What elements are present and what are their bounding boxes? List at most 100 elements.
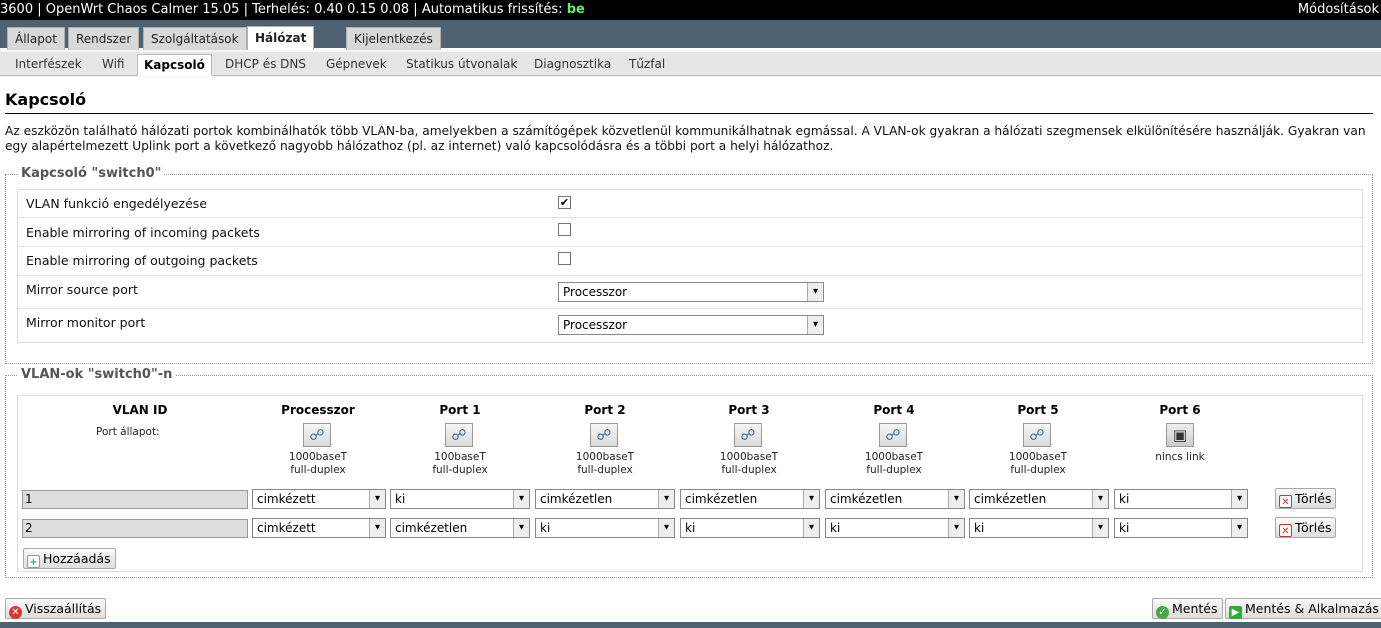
ethernet-connected-icon: ☍ — [303, 423, 331, 447]
delete-label: Törlés — [1295, 520, 1332, 535]
port-state-port4: 1000baseT full-duplex — [839, 451, 949, 477]
save-label: Mentés — [1172, 601, 1218, 616]
port-duplex: full-duplex — [577, 464, 633, 476]
vlan2-port6-select[interactable]: ki — [1114, 518, 1248, 538]
vlan1-port1-select[interactable]: ki — [390, 489, 530, 509]
port-state-label: Port állapot: — [96, 426, 160, 438]
vlan-table: VLAN ID Processzor Port 1 Port 2 Port 3 … — [17, 395, 1363, 572]
page-description: Az eszközön található hálózati portok ko… — [5, 124, 1366, 153]
tab-logout[interactable]: Kijelentkezés — [346, 27, 441, 50]
autorefresh-toggle[interactable]: be — [567, 2, 585, 17]
mirror-out-label: Enable mirroring of outgoing packets — [26, 253, 258, 268]
mirror-out-row: Enable mirroring of outgoing packets — [18, 247, 1362, 276]
port-duplex: full-duplex — [432, 464, 488, 476]
port-duplex: full-duplex — [290, 464, 346, 476]
mirror-in-label: Enable mirroring of incoming packets — [26, 225, 260, 240]
port-state-port6: nincs link — [1125, 451, 1235, 464]
port-speed: 1000baseT — [719, 451, 779, 463]
changes-link[interactable]: Módosítások — [1298, 0, 1379, 20]
vlan2-processor-select[interactable]: cimkézett — [252, 518, 386, 538]
switch-config-table: VLAN funkció engedélyezése ✔ Enable mirr… — [17, 189, 1363, 343]
switch-config-section: Kapcsoló "switch0" VLAN funkció engedély… — [5, 166, 1373, 364]
ethernet-nolink-icon: ▣ — [1166, 423, 1194, 447]
mirror-monitor-label: Mirror monitor port — [26, 315, 146, 330]
port-state-port2: 1000baseT full-duplex — [550, 451, 660, 477]
port-speed: 1000baseT — [864, 451, 924, 463]
vlan1-port3-select[interactable]: cimkézetlen — [680, 489, 820, 509]
subtab-hostnames[interactable]: Gépnevek — [320, 54, 393, 76]
sub-tabs: Interfészek Wifi Kapcsoló DHCP és DNS Gé… — [0, 52, 1381, 76]
subtab-firewall[interactable]: Tűzfal — [623, 54, 671, 76]
vlan2-port1-select[interactable]: cimkézetlen — [390, 518, 530, 538]
tab-status[interactable]: Állapot — [7, 27, 65, 50]
vlan-enable-checkbox[interactable]: ✔ — [558, 196, 571, 209]
port-speed: 100baseT — [434, 451, 486, 463]
port-speed: 1000baseT — [288, 451, 348, 463]
vlan2-port5-select[interactable]: ki — [969, 518, 1109, 538]
mirror-source-select[interactable]: Processzor — [558, 282, 824, 302]
mirror-source-label: Mirror source port — [26, 282, 138, 297]
port-duplex: full-duplex — [721, 464, 777, 476]
port-state-port5: 1000baseT full-duplex — [983, 451, 1093, 477]
vlan2-port2-select[interactable]: ki — [535, 518, 675, 538]
col-header-processor: Processzor — [281, 403, 355, 417]
port-duplex: full-duplex — [866, 464, 922, 476]
vlan-id-input-1[interactable]: 1 — [22, 490, 248, 509]
port-speed: 1000baseT — [575, 451, 635, 463]
vlan2-port4-select[interactable]: ki — [825, 518, 965, 538]
mirror-in-row: Enable mirroring of incoming packets — [18, 218, 1362, 247]
vlan1-port6-select[interactable]: ki — [1114, 489, 1248, 509]
col-header-vlan-id: VLAN ID — [112, 403, 168, 417]
vlan-id-input-2[interactable]: 2 — [22, 519, 248, 538]
ethernet-connected-icon: ☍ — [734, 423, 762, 447]
col-header-port3: Port 3 — [728, 403, 770, 417]
tab-system[interactable]: Rendszer — [68, 27, 140, 50]
vlan-enable-label: VLAN funkció engedélyezése — [26, 196, 208, 211]
ethernet-connected-icon: ☍ — [590, 423, 618, 447]
port-state-port3: 1000baseT full-duplex — [694, 451, 804, 477]
delete-vlan-button-1[interactable]: ✕ Törlés — [1275, 488, 1337, 509]
bottom-bar — [0, 622, 1381, 628]
add-icon: + — [27, 555, 40, 568]
port-duplex: full-duplex — [1010, 464, 1066, 476]
switch-section-legend: Kapcsoló "switch0" — [18, 166, 165, 181]
mirror-out-checkbox[interactable] — [558, 252, 571, 265]
reset-button[interactable]: ✕ Visszaállítás — [5, 598, 107, 619]
add-vlan-button[interactable]: + Hozzáadás — [23, 548, 116, 569]
host-load-text: 3600 | OpenWrt Chaos Calmer 15.05 | Terh… — [0, 2, 567, 17]
delete-icon: ✕ — [1279, 524, 1292, 537]
subtab-static-routes[interactable]: Statikus útvonalak — [400, 54, 523, 76]
ethernet-connected-icon: ☍ — [879, 423, 907, 447]
col-header-port6: Port 6 — [1159, 403, 1201, 417]
ethernet-connected-icon: ☍ — [445, 423, 473, 447]
add-label: Hozzáadás — [43, 551, 111, 566]
subtab-switch[interactable]: Kapcsoló — [137, 54, 212, 76]
col-header-port4: Port 4 — [873, 403, 915, 417]
subtab-diagnostics[interactable]: Diagnosztika — [528, 54, 617, 76]
tab-network[interactable]: Hálózat — [247, 26, 315, 50]
vlan1-port5-select[interactable]: cimkézetlen — [969, 489, 1109, 509]
save-apply-label: Mentés & Alkalmazás — [1245, 601, 1379, 616]
ethernet-connected-icon: ☍ — [1023, 423, 1051, 447]
reset-label: Visszaállítás — [25, 601, 102, 616]
tab-services[interactable]: Szolgáltatások — [143, 27, 247, 50]
main-content: Kapcsoló Az eszközön található hálózati … — [0, 77, 1381, 628]
delete-vlan-button-2[interactable]: ✕ Törlés — [1275, 517, 1337, 538]
vlan-enable-row: VLAN funkció engedélyezése ✔ — [18, 190, 1362, 218]
vlan1-port2-select[interactable]: cimkézetlen — [535, 489, 675, 509]
vlan1-port4-select[interactable]: cimkézetlen — [825, 489, 965, 509]
col-header-port2: Port 2 — [584, 403, 626, 417]
save-button[interactable]: ✓ Mentés — [1152, 598, 1223, 619]
save-apply-button[interactable]: ▶ Mentés & Alkalmazás — [1225, 598, 1381, 619]
top-status-bar: 3600 | OpenWrt Chaos Calmer 15.05 | Terh… — [0, 0, 1381, 20]
subtab-wifi[interactable]: Wifi — [96, 54, 131, 76]
subtab-interfaces[interactable]: Interfészek — [9, 54, 88, 76]
vlan2-port3-select[interactable]: ki — [680, 518, 820, 538]
port-speed: 1000baseT — [1008, 451, 1068, 463]
mirror-in-checkbox[interactable] — [558, 223, 571, 236]
vlan1-processor-select[interactable]: cimkézett — [252, 489, 386, 509]
mirror-monitor-select[interactable]: Processzor — [558, 315, 824, 335]
main-tabs: Állapot Rendszer Szolgáltatások Hálózat … — [0, 20, 1381, 50]
subtab-dhcp-dns[interactable]: DHCP és DNS — [219, 54, 312, 76]
vlan-section-legend: VLAN-ok "switch0"-n — [18, 367, 176, 382]
